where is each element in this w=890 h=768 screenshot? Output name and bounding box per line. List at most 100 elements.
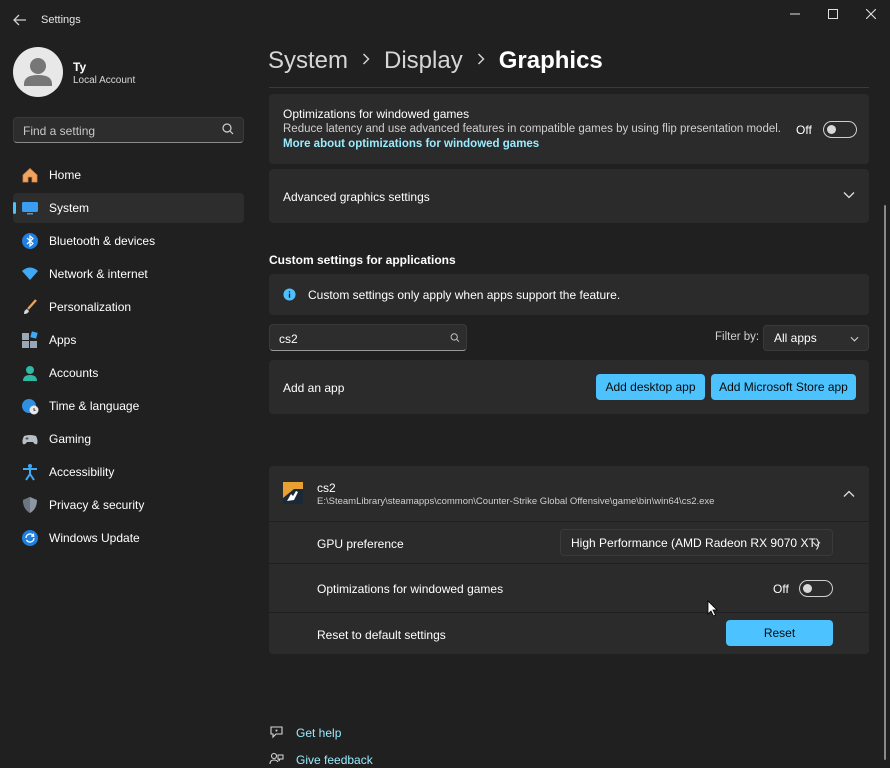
maximize-icon — [828, 9, 838, 19]
update-icon — [21, 529, 39, 547]
accounts-icon — [21, 364, 39, 382]
sidebar-item-label: Bluetooth & devices — [49, 234, 156, 248]
search-icon — [450, 333, 460, 343]
globe-clock-icon — [21, 397, 39, 415]
sidebar-item-apps[interactable]: Apps — [13, 325, 244, 355]
windowed-games-description: Reduce latency and use advanced features… — [283, 123, 781, 135]
shield-icon — [21, 496, 39, 514]
sidebar-item-network[interactable]: Network & internet — [13, 259, 244, 289]
sidebar-item-time-language[interactable]: Time & language — [13, 391, 244, 421]
help-icon — [270, 726, 283, 739]
sidebar-item-label: Privacy & security — [49, 498, 145, 512]
give-feedback-link[interactable]: Give feedback — [296, 753, 373, 767]
chevron-right-icon — [362, 52, 370, 70]
advanced-graphics-card[interactable]: Advanced graphics settings — [269, 169, 869, 223]
gpu-preference-value: High Performance (AMD Radeon RX 9070 XT) — [571, 535, 820, 550]
app-title: Settings — [41, 14, 81, 26]
add-app-label: Add an app — [283, 381, 345, 395]
reset-label: Reset to default settings — [317, 628, 446, 642]
add-desktop-app-button[interactable]: Add desktop app — [596, 374, 705, 400]
chevron-down-icon — [850, 336, 859, 342]
windowed-games-link[interactable]: More about optimizations for windowed ga… — [283, 138, 539, 150]
sidebar-item-home[interactable]: Home — [13, 160, 244, 190]
windowed-games-card: Optimizations for windowed games Reduce … — [269, 94, 869, 164]
sidebar-item-windows-update[interactable]: Windows Update — [13, 523, 244, 553]
advanced-graphics-title: Advanced graphics settings — [283, 190, 430, 204]
back-button[interactable] — [8, 8, 32, 32]
filter-value: All apps — [774, 331, 817, 345]
system-icon — [21, 199, 39, 217]
reset-row: Reset to default settings Reset — [269, 613, 869, 654]
close-icon — [866, 9, 876, 19]
wifi-icon — [21, 265, 39, 283]
back-arrow-icon — [13, 14, 26, 26]
apps-icon — [21, 331, 39, 349]
sidebar-item-label: Accounts — [49, 366, 99, 380]
scrollbar[interactable] — [884, 205, 886, 760]
sidebar-item-label: Time & language — [49, 399, 140, 413]
avatar[interactable] — [13, 47, 63, 97]
search-icon — [222, 123, 234, 135]
sidebar-item-accounts[interactable]: Accounts — [13, 358, 244, 388]
minimize-button[interactable] — [776, 0, 814, 28]
reset-button[interactable]: Reset — [726, 620, 833, 646]
filter-dropdown[interactable]: All apps — [763, 325, 869, 351]
windowed-games-title: Optimizations for windowed games — [283, 107, 470, 121]
sidebar-item-accessibility[interactable]: Accessibility — [13, 457, 244, 487]
sidebar-item-label: Personalization — [49, 300, 132, 314]
get-help-link[interactable]: Get help — [296, 726, 341, 740]
sidebar-nav: Home System Bluetooth & devices Network … — [13, 160, 244, 556]
sidebar-item-privacy[interactable]: Privacy & security — [13, 490, 244, 520]
home-icon — [21, 166, 39, 184]
filter-label: Filter by: — [715, 331, 760, 343]
add-app-card: Add an app Add desktop app Add Microsoft… — [269, 360, 869, 414]
windowed-games-toggle[interactable] — [823, 121, 857, 138]
sidebar-item-system[interactable]: System — [13, 193, 244, 223]
breadcrumb: System Display Graphics — [268, 47, 603, 75]
windowed-games-state: Off — [796, 123, 812, 137]
app-windowed-games-state: Off — [773, 582, 789, 596]
accessibility-icon — [21, 463, 39, 481]
app-windowed-games-toggle[interactable] — [799, 580, 833, 597]
chevron-down-icon — [812, 541, 821, 547]
app-path: E:\SteamLibrary\steamapps\common\Counter… — [317, 496, 715, 507]
custom-settings-heading: Custom settings for applications — [269, 253, 456, 267]
chevron-down-icon — [843, 192, 855, 199]
maximize-button[interactable] — [814, 0, 852, 28]
sidebar-item-personalization[interactable]: Personalization — [13, 292, 244, 322]
sidebar-item-gaming[interactable]: Gaming — [13, 424, 244, 454]
sidebar-item-bluetooth[interactable]: Bluetooth & devices — [13, 226, 244, 256]
breadcrumb-current: Graphics — [498, 47, 603, 74]
app-windowed-games-row: Optimizations for windowed games Off — [269, 564, 869, 612]
user-name: Ty — [73, 60, 87, 74]
settings-search-input[interactable]: Find a setting — [13, 117, 244, 143]
gpu-preference-label: GPU preference — [317, 537, 404, 551]
breadcrumb-system[interactable]: System — [268, 47, 348, 75]
breadcrumb-display[interactable]: Display — [384, 47, 463, 75]
brush-icon — [21, 298, 39, 316]
app-name: cs2 — [317, 481, 336, 495]
sidebar-item-label: Accessibility — [49, 465, 115, 479]
close-button[interactable] — [852, 0, 890, 28]
person-icon — [24, 58, 52, 86]
chevron-right-icon — [477, 52, 485, 70]
feedback-icon — [269, 752, 284, 765]
minimize-icon — [790, 13, 800, 15]
gamepad-icon — [21, 430, 39, 448]
sidebar-item-label: System — [49, 201, 90, 215]
sidebar-item-label: Apps — [49, 333, 77, 347]
app-windowed-games-label: Optimizations for windowed games — [317, 582, 504, 596]
title-bar: Settings — [0, 0, 890, 40]
app-entry-header[interactable]: cs2 E:\SteamLibrary\steamapps\common\Cou… — [269, 466, 869, 521]
chevron-up-icon — [843, 490, 855, 497]
account-type: Local Account — [73, 75, 136, 86]
app-search-input[interactable]: cs2 — [269, 324, 467, 351]
info-text: Custom settings only apply when apps sup… — [308, 288, 621, 302]
gpu-preference-row: GPU preference High Performance (AMD Rad… — [269, 522, 869, 563]
gpu-preference-dropdown[interactable]: High Performance (AMD Radeon RX 9070 XT) — [560, 529, 833, 556]
info-bar: Custom settings only apply when apps sup… — [269, 274, 869, 315]
info-icon — [283, 288, 296, 301]
add-store-app-button[interactable]: Add Microsoft Store app — [711, 374, 856, 400]
bluetooth-icon — [21, 232, 39, 250]
sidebar-item-label: Home — [49, 168, 82, 182]
